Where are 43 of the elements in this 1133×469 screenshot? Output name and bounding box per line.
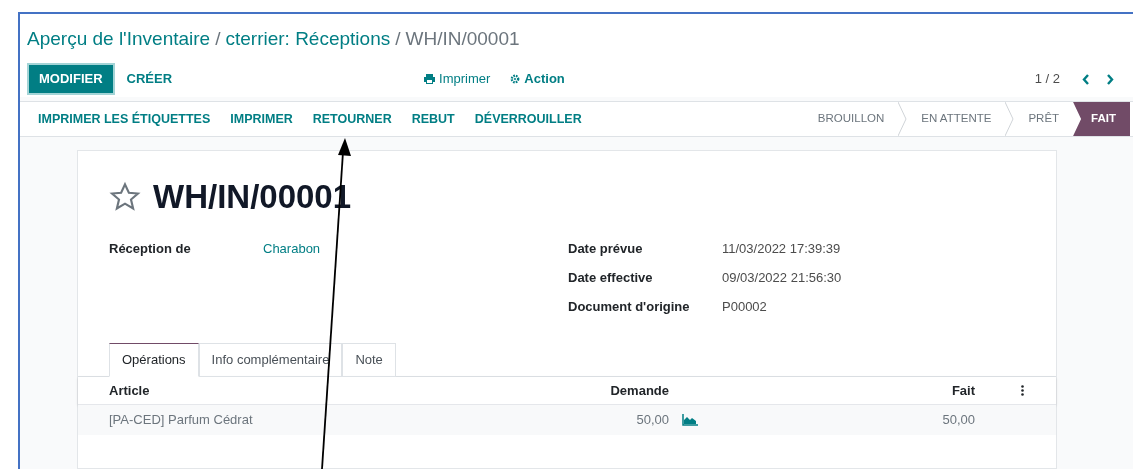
header-button[interactable]: REBUT [403, 102, 463, 136]
area-chart-icon [682, 414, 698, 426]
stage-divider-icon [1005, 102, 1015, 136]
table-cell-text: 50,00 [941, 411, 975, 430]
create-button[interactable]: CRÉER [114, 63, 185, 95]
field-label: Document d'origine [568, 298, 691, 316]
field-value: 09/03/2022 21:56:30 [722, 269, 842, 287]
breadcrumb-current: WH/IN/00001 [405, 26, 520, 51]
header-button[interactable]: RETOURNER [304, 102, 400, 136]
status-stage[interactable]: FAIT [1073, 102, 1130, 136]
field-label: Réception de [109, 240, 192, 258]
field-label: Date effective [568, 269, 654, 287]
breadcrumb-separator: / [215, 26, 221, 51]
breadcrumb-link[interactable]: cterrier: Réceptions [225, 24, 391, 54]
options-icon [1021, 385, 1024, 396]
tab[interactable]: Note [342, 343, 396, 377]
gear-icon [510, 74, 521, 84]
field-value: P00002 [722, 298, 767, 316]
tab[interactable]: Opérations [109, 343, 199, 377]
printer-icon [424, 74, 436, 84]
status-stage[interactable]: PRÊT [1014, 102, 1074, 136]
stage-divider-icon [898, 102, 908, 136]
field-value: 11/03/2022 17:39:39 [722, 240, 841, 258]
column-header: Demande [609, 381, 669, 400]
print-menu[interactable]: Imprimer [424, 69, 491, 89]
chevron-left-icon [1082, 73, 1090, 85]
field-label: Date prévue [568, 240, 644, 258]
chevron-right-icon [1106, 73, 1114, 85]
edit-button[interactable]: MODIFIER [27, 63, 115, 95]
breadcrumb-link[interactable]: Aperçu de l'Inventaire [27, 24, 211, 54]
action-menu[interactable]: Action [510, 69, 565, 89]
column-header: Fait [950, 381, 975, 400]
field-link[interactable]: Charabon [263, 239, 321, 259]
pager-counter: 1 / 2 [1034, 70, 1060, 89]
table-cell-text: [PA-CED] Parfum Cédrat [108, 411, 254, 430]
header-button[interactable]: IMPRIMER [222, 102, 301, 136]
column-header: Article [108, 381, 151, 400]
header-button[interactable]: IMPRIMER LES ÉTIQUETTES [30, 102, 219, 136]
table-cell-text: 50,00 [635, 411, 669, 430]
status-stage[interactable]: EN ATTENTE [907, 102, 1006, 136]
breadcrumb-separator: / [395, 26, 401, 51]
status-stage[interactable]: BROUILLON [803, 102, 899, 136]
header-button[interactable]: DÉVERROUILLER [466, 102, 590, 136]
